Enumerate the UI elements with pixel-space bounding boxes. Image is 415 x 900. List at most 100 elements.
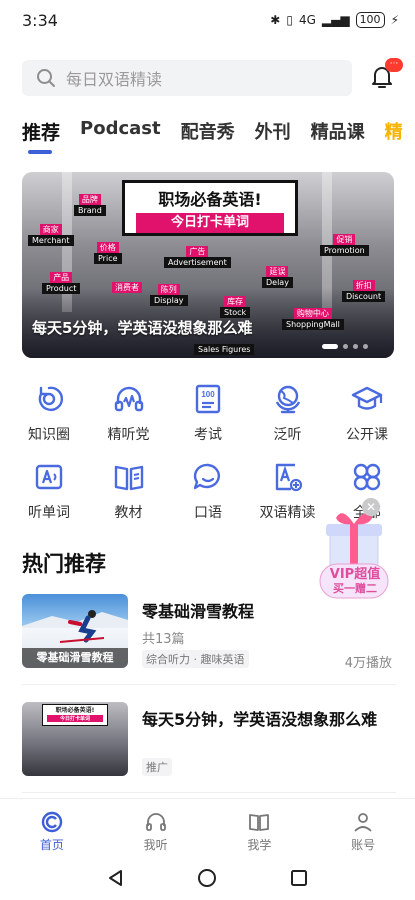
notification-button[interactable]: ··· [369, 58, 403, 92]
course-thumbnail: 零基础滑雪教程 [22, 594, 128, 668]
grid-item-intensive-listening[interactable]: 精听党 [96, 382, 162, 460]
carousel-dot [363, 344, 368, 349]
grid-item-exam[interactable]: 100 考试 [175, 382, 241, 460]
globe-icon [275, 385, 300, 414]
banner-headline-box: 职场必备英语! 今日打卡单词 [122, 180, 298, 236]
bilingual-doc-icon [275, 463, 302, 492]
section-title: 热门推荐 [22, 552, 106, 576]
banner-tag: 广告 Advertisement [164, 246, 231, 268]
tab-recommend[interactable]: 推荐 [22, 118, 60, 154]
banner-tag: 价格 Price [94, 242, 122, 264]
banner-tag: 产品 Product [42, 272, 81, 294]
banner-tag: 购物中心 ShoppingMall [282, 308, 344, 330]
search-placeholder: 每日双语精读 [66, 70, 163, 89]
tab-podcast[interactable]: Podcast [80, 118, 161, 139]
banner-caption: 每天5分钟，学英语没想象那么难 [32, 319, 253, 337]
grid-item-listen-words[interactable]: 听单词 [16, 460, 82, 538]
vip-promo-line1: VIP超值 [329, 567, 381, 582]
grid-label: 精听党 [107, 427, 150, 443]
battery-indicator: 100 [355, 12, 385, 28]
circle-refresh-icon [38, 386, 64, 411]
grid-label: 双语精读 [259, 505, 316, 521]
category-tabs: 推荐 Podcast 配音秀 外刊 精品课 精 [22, 118, 415, 158]
recents-icon[interactable] [289, 868, 309, 888]
grid-label: 泛听 [273, 427, 302, 443]
nav-home[interactable]: 首页 [17, 811, 87, 856]
course-play-count: 4万播放 [344, 656, 392, 671]
grid-item-textbook[interactable]: 教材 [96, 460, 162, 538]
grid-label: 教材 [114, 505, 143, 521]
vip-promo-text: VIP超值 买一赠二 [324, 568, 386, 596]
signal-icon: ▂▄▆ [321, 13, 350, 27]
banner-tag: 折扣 Discount [342, 280, 386, 302]
nav-listen[interactable]: 我听 [121, 811, 191, 856]
tab-more-truncated[interactable]: 精 [385, 118, 403, 144]
back-icon[interactable] [106, 868, 126, 888]
course-title: 零基础滑雪教程 [142, 602, 255, 621]
nav-label: 账号 [351, 838, 376, 852]
nav-study[interactable]: 我学 [224, 811, 294, 856]
grid-label: 口语 [194, 505, 222, 521]
status-icons: ✱ ▯ 4G ▂▄▆ 100 ⚡ [270, 12, 399, 28]
grid-item-speaking[interactable]: 口语 [175, 460, 241, 538]
ad-tag: 推广 [142, 758, 172, 776]
graduation-cap-icon [351, 386, 383, 410]
network-type: 4G [298, 13, 316, 27]
nav-account[interactable]: 账号 [328, 811, 398, 856]
carousel-dot-active [322, 344, 338, 349]
banner-tag: 商家 Merchant [28, 224, 74, 246]
notification-badge: ··· [385, 58, 403, 72]
bluetooth-icon: ✱ [270, 13, 281, 27]
grid-item-bilingual-reading[interactable]: 双语精读 [255, 460, 321, 538]
banner-tag: 库存 Stock [220, 296, 251, 318]
banner-tag: 品牌 Brand [74, 194, 106, 216]
divider [22, 684, 396, 685]
thumbnail-subtitle: 今日打卡单词 [47, 715, 103, 722]
search-input[interactable]: 每日双语精读 [22, 60, 352, 96]
status-time: 3:34 [22, 10, 58, 30]
course-thumbnail: 职场必备英语! 今日打卡单词 [22, 702, 128, 776]
close-icon[interactable]: ✕ [362, 498, 380, 516]
nav-label: 我听 [143, 838, 168, 852]
banner-tag: Sales Figures [194, 344, 255, 355]
svg-text:100: 100 [201, 390, 215, 399]
home-circle-icon[interactable] [197, 868, 217, 888]
vibrate-icon: ▯ [286, 13, 293, 27]
nav-label: 首页 [39, 838, 64, 852]
bottom-nav: 首页 我听 我学 账号 [0, 798, 415, 856]
banner-subtitle: 今日打卡单词 [136, 213, 284, 233]
banner-title: 职场必备英语! [158, 190, 262, 209]
tab-premium-course[interactable]: 精品课 [311, 118, 365, 144]
carousel-dot [343, 344, 348, 349]
thumbnail-caption: 零基础滑雪教程 [22, 648, 128, 668]
headphones-icon [145, 813, 166, 831]
tab-dubbing[interactable]: 配音秀 [181, 118, 235, 144]
course-title: 每天5分钟，学英语没想象那么难 [142, 710, 378, 729]
book-icon [249, 814, 270, 831]
vip-promo-float[interactable]: VIP超值 买一赠二 ✕ [316, 498, 392, 604]
search-row: 每日双语精读 ··· [22, 58, 403, 96]
thumbnail-headline: 职场必备英语! 今日打卡单词 [42, 704, 108, 726]
status-bar: 3:34 ✱ ▯ 4G ▂▄▆ 100 ⚡ [0, 0, 415, 40]
divider [22, 792, 396, 793]
grid-item-knowledge-circle[interactable]: 知识圈 [16, 382, 82, 460]
tab-foreign-press[interactable]: 外刊 [255, 118, 291, 144]
grid-label: 知识圈 [28, 427, 70, 443]
grid-item-extensive-listening[interactable]: 泛听 [255, 382, 321, 460]
four-petal-icon [353, 463, 381, 491]
banner-tag: 消费者 [112, 282, 142, 293]
course-card[interactable]: 零基础滑雪教程 零基础滑雪教程 共13篇 综合听力 · 趣味英语 4万播放 [22, 594, 396, 674]
banner-tag: 陈列 Display [150, 284, 188, 306]
thumbnail-title: 职场必备英语! [55, 707, 95, 714]
course-card[interactable]: 职场必备英语! 今日打卡单词 每天5分钟，学英语没想象那么难 推广 [22, 702, 396, 782]
word-card-icon [35, 464, 63, 490]
search-icon [37, 69, 55, 87]
score-100-icon: 100 [195, 384, 221, 414]
promo-banner[interactable]: 职场必备英语! 今日打卡单词 品牌 Brand 商家 Merchant 价格 Pric… [22, 172, 394, 358]
home-logo-icon [41, 811, 63, 833]
nav-label: 我学 [247, 838, 272, 852]
course-category-tag: 综合听力 · 趣味英语 [142, 650, 249, 668]
banner-tag: 促销 Promotion [320, 234, 369, 256]
grid-item-open-course[interactable]: 公开课 [334, 382, 400, 460]
course-episode-count: 共13篇 [142, 632, 185, 647]
